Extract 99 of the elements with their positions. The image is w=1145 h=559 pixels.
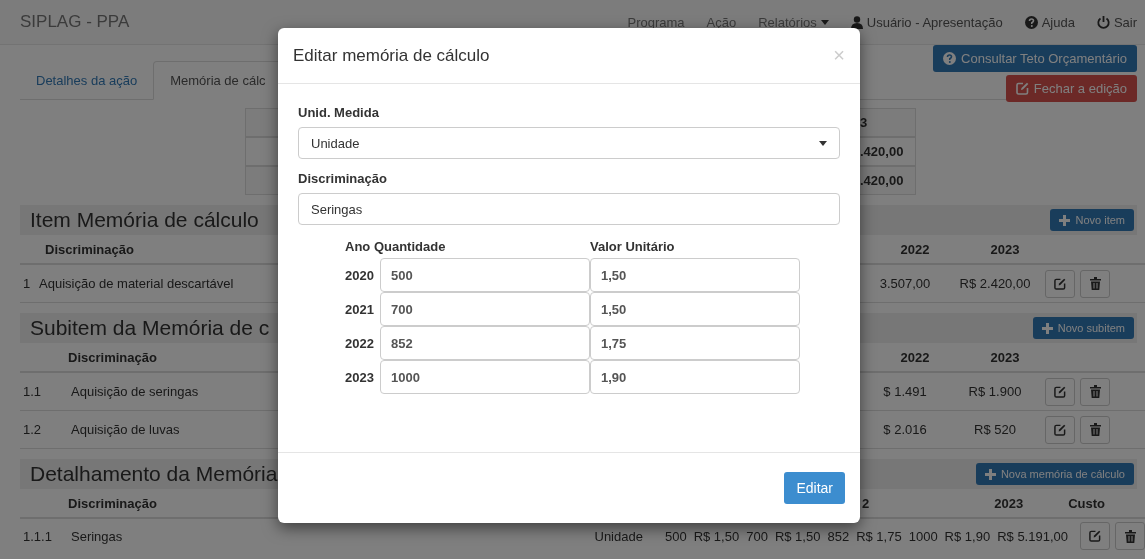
- column-header: 2022: [899, 349, 931, 365]
- year-label: 2021: [345, 300, 375, 319]
- column-header: 2023: [989, 241, 1021, 257]
- table-cell: .420,00: [860, 173, 904, 188]
- delete-button[interactable]: [1080, 415, 1110, 444]
- table-cell-text: 3.507,00: [878, 276, 932, 291]
- close-edit-button[interactable]: Fechar a edição: [1005, 75, 1137, 102]
- input-field[interactable]: 1000: [380, 360, 590, 394]
- delete-button[interactable]: [1115, 522, 1145, 550]
- table-cell: 500: [664, 528, 687, 544]
- modal-title: Editar memória de cálculo: [293, 45, 490, 66]
- edit-icon: [1015, 82, 1029, 95]
- trash-icon: [1124, 529, 1136, 543]
- brand-title[interactable]: SIPLAG - PPA: [20, 12, 606, 32]
- table-cell: R$ 1,75: [856, 528, 902, 544]
- delete-button[interactable]: [1080, 269, 1110, 298]
- trash-icon: [1089, 423, 1101, 436]
- row-number: 1.2: [22, 422, 43, 437]
- year-label: 2023: [345, 368, 375, 387]
- nav-link[interactable]: Programa: [627, 14, 685, 30]
- column-header: 2023: [994, 495, 1024, 511]
- help-icon: [1024, 15, 1038, 29]
- column-header: 2: [862, 495, 870, 511]
- edit-button[interactable]: [1045, 415, 1075, 444]
- table-cell-text: $ 1.491: [882, 384, 928, 399]
- power-icon: [1096, 15, 1110, 29]
- caret-icon: [820, 19, 829, 25]
- input-field[interactable]: 1,50: [590, 292, 800, 326]
- plus-icon: [1041, 322, 1053, 334]
- table-cell: R$ 1,90: [944, 528, 991, 544]
- unit-select[interactable]: Unidade: [298, 127, 840, 159]
- field-label: Unid. Medida: [298, 105, 380, 120]
- section-title: Item Memória de cálculo: [29, 208, 259, 232]
- input-field[interactable]: 1,50: [590, 258, 800, 292]
- budget-button[interactable]: Consultar Teto Orçamentário: [933, 45, 1137, 72]
- table-cell-text: R$ 520: [973, 422, 1017, 437]
- edit-icon: [1054, 385, 1066, 398]
- table-cell: R$ 1,50: [774, 528, 821, 544]
- help-icon: [943, 52, 957, 65]
- column-header: Discriminação: [67, 495, 158, 511]
- add-button[interactable]: Novo subitem: [1032, 317, 1134, 339]
- nav-link[interactable]: Ajuda: [1024, 14, 1075, 30]
- trash-icon: [1089, 385, 1101, 398]
- input-field[interactable]: 500: [380, 258, 590, 292]
- column-header: Ano Quantidade: [345, 239, 447, 256]
- tab[interactable]: Detalhes da ação: [20, 62, 154, 99]
- delete-button[interactable]: [1080, 377, 1110, 406]
- table-cell: Aquisição de seringas: [71, 384, 199, 399]
- column-header: 2023: [989, 349, 1021, 365]
- row-number: 1: [22, 276, 32, 291]
- column-header: Valor Unitário: [590, 239, 676, 256]
- input-field[interactable]: Seringas: [298, 193, 840, 225]
- table-cell-text: R$ 1.900: [967, 384, 1023, 399]
- table-cell: 700: [746, 528, 768, 544]
- row-number: 1.1: [22, 384, 43, 399]
- user-icon: [850, 15, 863, 29]
- input-field[interactable]: 1,90: [590, 360, 800, 394]
- table-header: 3: [860, 115, 868, 130]
- table-cell: R$ 5.191,00: [997, 528, 1068, 544]
- edit-icon: [1054, 277, 1066, 290]
- edit-icon: [1089, 530, 1101, 542]
- row-number: 1.1.1: [22, 528, 53, 544]
- field-label: Discriminação: [298, 171, 388, 186]
- column-header: Discriminação: [44, 241, 135, 257]
- input-field[interactable]: 1,75: [590, 326, 800, 360]
- nav-link[interactable]: Relatórios: [758, 14, 829, 30]
- table-cell-text: Seringas: [71, 528, 124, 544]
- caret-icon: [819, 140, 827, 146]
- table-cell: Aquisição de luvas: [71, 422, 180, 437]
- section-title: Subitem da Memória de c: [29, 316, 270, 340]
- input-field[interactable]: 852: [380, 326, 590, 360]
- nav-link[interactable]: Ação: [706, 14, 737, 30]
- column-header: Custo: [1068, 495, 1105, 511]
- table-cell: 1000: [908, 528, 938, 544]
- edit-icon: [1054, 423, 1066, 436]
- trash-icon: [1089, 277, 1101, 290]
- plus-icon: [984, 468, 996, 480]
- input-field[interactable]: 700: [380, 292, 590, 326]
- table-cell: .420,00: [860, 144, 904, 159]
- nav-link[interactable]: Sair: [1096, 14, 1137, 30]
- table-cell: 852: [827, 528, 850, 544]
- edit-button[interactable]: [1045, 269, 1075, 298]
- plus-icon: [1059, 214, 1071, 226]
- column-header: 2022: [899, 241, 931, 257]
- table-cell: Aquisição de material descartável: [39, 276, 234, 291]
- add-button[interactable]: Novo item: [1050, 209, 1134, 231]
- table-cell: Unidade: [594, 528, 643, 544]
- nav-link[interactable]: Usuário - Apresentação: [850, 14, 1003, 30]
- edit-button[interactable]: [1045, 377, 1075, 406]
- edit-button[interactable]: [1080, 522, 1110, 550]
- add-button[interactable]: Nova memória de cálculo: [975, 463, 1134, 485]
- submit-button[interactable]: Editar: [784, 472, 845, 504]
- column-header: Discriminação: [67, 349, 158, 365]
- table-cell: R$ 1,50: [693, 528, 740, 544]
- section-title: Detalhamento da Memória: [29, 462, 278, 486]
- year-label: 2022: [345, 334, 375, 353]
- year-label: 2020: [345, 266, 375, 285]
- table-cell-text: R$ 2.420,00: [958, 276, 1032, 291]
- table-cell-text: $ 2.016: [882, 422, 928, 437]
